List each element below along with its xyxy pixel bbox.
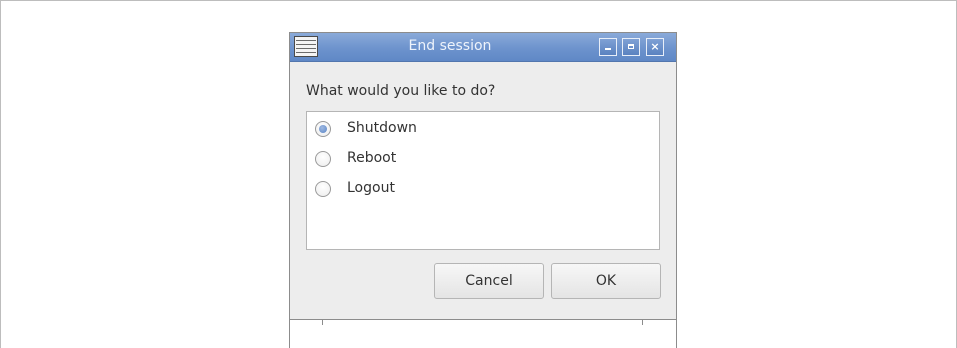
background-border-left xyxy=(0,0,1,348)
reboot-radio[interactable] xyxy=(315,151,331,167)
minimize-button[interactable] xyxy=(599,38,617,56)
option-label: Logout xyxy=(347,180,395,196)
session-options-list: Shutdown Reboot Logout xyxy=(306,111,660,250)
option-label: Shutdown xyxy=(347,120,417,136)
minimize-icon xyxy=(605,48,611,50)
window-titlebar[interactable]: End session × xyxy=(290,33,676,62)
option-label: Reboot xyxy=(347,150,397,166)
maximize-icon xyxy=(628,44,634,49)
maximize-button[interactable] xyxy=(622,38,640,56)
cancel-button[interactable]: Cancel xyxy=(434,263,544,299)
window-app-icon[interactable] xyxy=(294,36,318,57)
ok-button[interactable]: OK xyxy=(551,263,661,299)
option-logout[interactable]: Logout xyxy=(315,178,615,200)
dialog-question: What would you like to do? xyxy=(306,83,496,99)
window-title: End session xyxy=(408,38,492,54)
option-reboot[interactable]: Reboot xyxy=(315,148,615,170)
logout-radio[interactable] xyxy=(315,181,331,197)
end-session-dialog: End session × What would you like to do?… xyxy=(289,32,677,320)
shutdown-radio[interactable] xyxy=(315,121,331,137)
background-border-top xyxy=(0,0,957,1)
window-below-edge xyxy=(289,320,677,348)
close-button[interactable]: × xyxy=(646,38,664,56)
option-shutdown[interactable]: Shutdown xyxy=(315,118,615,140)
close-icon: × xyxy=(650,40,660,53)
